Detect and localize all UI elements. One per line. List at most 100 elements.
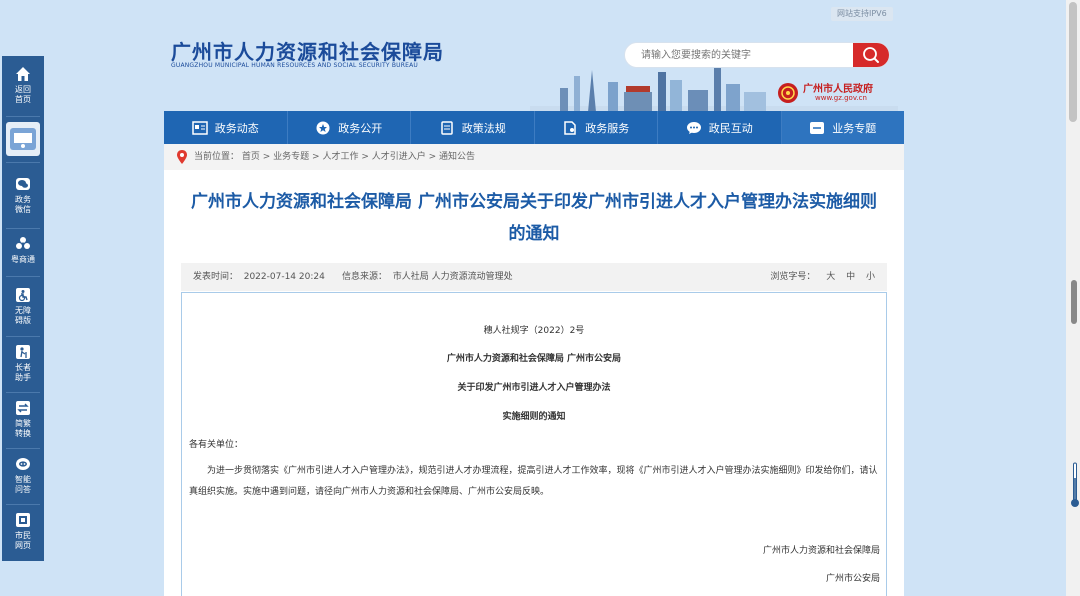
sidebar-wechat-label2: 微信 [15,205,31,214]
breadcrumb-home[interactable]: 首页 [242,152,260,162]
accessibility-icon [16,288,30,302]
sidebar-wechat-label1: 政务 [15,195,31,204]
breadcrumb-sep: > [358,152,372,162]
nav-topics[interactable]: 业务专题 [781,111,904,144]
sidebar-citizen-label1: 市民 [15,531,31,540]
gov-name: 广州市人民政府 [803,84,873,95]
sidebar-app-badge[interactable] [6,122,40,156]
sidebar-convert-label1: 简繁 [15,419,31,428]
nav-news-label: 政务动态 [214,121,259,135]
gz-gov-link[interactable]: 广州市人民政府 www.gz.gov.cn [777,80,887,106]
home-icon [16,67,30,81]
publish-info: 发表时间： 2022-07-14 20:24 信息来源： 市人社局 人力资源流动… [193,272,513,282]
news-icon [192,120,208,135]
font-size-controls: 浏览字号： 大 中 小 [770,263,875,291]
doc-heading-subject: 关于印发广州市引进人才入户管理办法 [457,383,611,393]
nav-news[interactable]: 政务动态 [164,111,288,144]
doc-signature-police: 广州市公安局 [825,574,880,584]
breadcrumb: 当前位置： 首页 > 业务专题 > 人才工作 > 人才引进入户 > 通知公告 [164,144,904,170]
breadcrumb-sep: > [425,152,440,162]
sidebar-divider [6,162,40,163]
nav-topics-label: 业务专题 [832,121,877,135]
sidebar-convert-label2: 转换 [15,429,31,438]
font-small-button[interactable]: 小 [866,272,875,282]
robot-icon [16,458,30,470]
location-pin-icon [177,150,187,164]
left-sidebar: 返回 首页 政务 微信 粤商通 无障 碍版 长者 助手 简繁 转换 智能 问答 [2,56,44,561]
nav-open-gov-label: 政务公开 [338,121,383,135]
convert-icon [16,401,30,415]
elder-icon [16,345,30,359]
breadcrumb-topics[interactable]: 业务专题 [273,152,309,162]
sidebar-divider [6,228,40,229]
nav-open-gov[interactable]: 政务公开 [288,111,411,144]
article-title-line1: 广州市人力资源和社会保障局 广州市公安局关于印发广州市引进人才入户管理办法实施细… [191,192,877,212]
wechat-icon [16,178,30,190]
doc-signature-hrss: 广州市人力资源和社会保障局 [762,546,880,556]
sidebar-accessibility-label2: 碍版 [15,316,31,325]
book-icon [441,120,453,135]
article-title: 广州市人力资源和社会保障局 广州市公安局关于印发广州市引进人才入户管理办法实施细… [164,186,904,250]
article-title-line2: 的通知 [508,224,560,244]
sidebar-divider [6,116,40,117]
breadcrumb-talent-hukou[interactable]: 人才引进入户 [372,152,426,162]
star-icon [316,121,330,134]
sidebar-home-label1: 返回 [15,85,31,94]
sidebar-yueshangtong[interactable]: 粤商通 [2,236,44,265]
sidebar-divider [6,276,40,277]
breadcrumb-sep: > [259,152,274,162]
nav-interaction[interactable]: 政民互动 [658,111,782,144]
app-badge-icon [10,128,36,150]
nav-policy[interactable]: 政策法规 [411,111,535,144]
breadcrumb-sep: > [309,152,323,162]
doc-heading-issuers: 广州市人力资源和社会保障局 广州市公安局 [446,354,622,364]
sidebar-wechat[interactable]: 政务 微信 [2,176,44,215]
breadcrumb-prefix: 当前位置： [194,152,240,162]
breadcrumb-talent-work[interactable]: 人才工作 [322,152,358,162]
font-medium-button[interactable]: 中 [846,272,855,282]
sidebar-elder[interactable]: 长者 助手 [2,344,44,383]
list-icon [810,121,825,134]
sidebar-robot-label2: 问答 [15,485,31,494]
document-icon [564,120,576,135]
sidebar-elder-label1: 长者 [15,363,31,372]
citizen-icon [16,513,30,527]
side-slider-handle[interactable] [1071,280,1077,324]
ipv6-badge: 网站支持IPV6 [831,7,893,21]
breadcrumb-notice[interactable]: 通知公告 [439,152,475,162]
nav-service[interactable]: 政务服务 [535,111,658,144]
sidebar-citizen-label2: 网页 [15,541,31,550]
sidebar-citizen[interactable]: 市民 网页 [2,512,44,551]
sidebar-divider [6,448,40,449]
sidebar-robot-label1: 智能 [15,475,31,484]
sidebar-elder-label2: 助手 [15,373,31,382]
yueshangtong-icon [16,237,30,249]
site-title-en: GUANGZHOU MUNICIPAL HUMAN RESOURCES AND … [171,62,419,69]
site-title[interactable]: 广州市人力资源和社会保障局 [171,36,444,65]
gov-url: www.gz.gov.cn [815,94,867,102]
sidebar-home-label2: 首页 [15,95,31,104]
main-nav: 政务动态 政务公开 政策法规 政务服务 政民互动 业务专题 [164,111,904,144]
sidebar-robot[interactable]: 智能 问答 [2,456,44,495]
article-meta: 发表时间： 2022-07-14 20:24 信息来源： 市人社局 人力资源流动… [181,263,887,291]
nav-interaction-label: 政民互动 [708,121,753,135]
nav-service-label: 政务服务 [585,121,630,135]
sidebar-accessibility-label1: 无障 [15,306,31,315]
sidebar-home[interactable]: 返回 首页 [2,66,44,105]
page-scrollbar-thumb[interactable] [1069,2,1077,122]
content-panel: 当前位置： 首页 > 业务专题 > 人才工作 > 人才引进入户 > 通知公告 广… [164,144,904,596]
doc-number: 穗人社规字（2022）2号 [483,326,585,336]
sidebar-accessibility[interactable]: 无障 碍版 [2,287,44,326]
sidebar-convert[interactable]: 简繁 转换 [2,400,44,439]
doc-paragraph: 为进一步贯彻落实《广州市引进人才入户管理办法》，规范引进人才办理流程，提高引进人… [189,466,878,497]
sidebar-yueshangtong-label: 粤商通 [11,255,35,264]
font-large-button[interactable]: 大 [826,272,835,282]
font-size-label: 浏览字号： [770,272,816,282]
doc-salutation: 各有关单位： [189,440,244,450]
thermometer-icon [1071,462,1079,507]
nav-policy-label: 政策法规 [461,121,506,135]
gov-emblem-icon [778,83,798,103]
sidebar-divider [6,392,40,393]
sidebar-divider [6,504,40,505]
doc-heading-notice: 实施细则的通知 [502,412,566,422]
